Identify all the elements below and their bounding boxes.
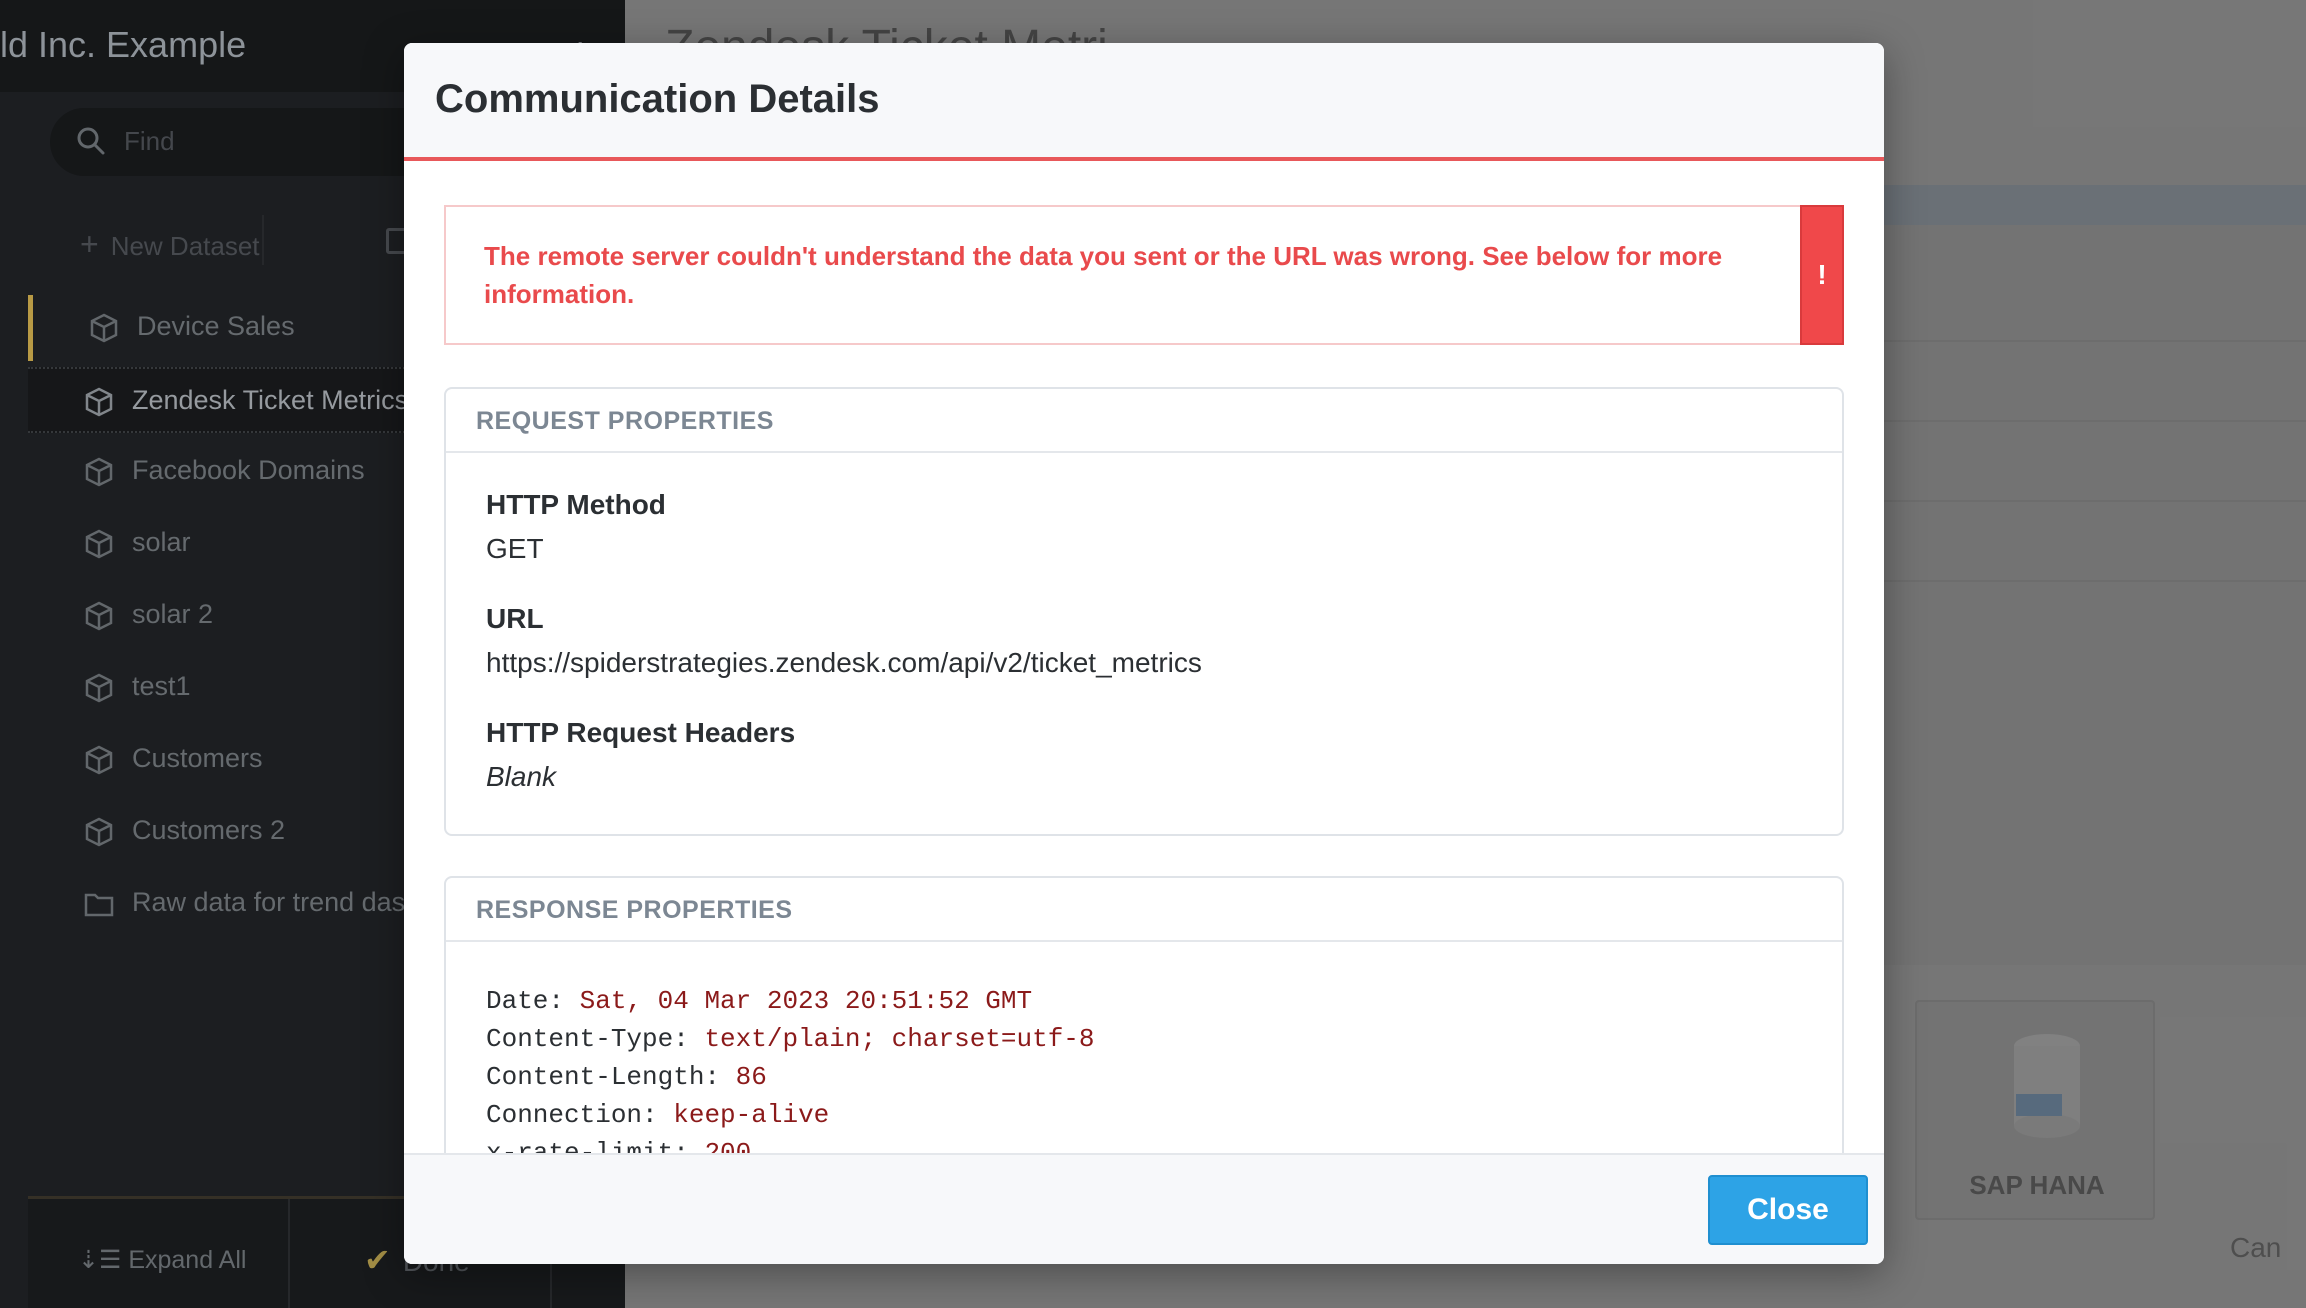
url-value: https://spiderstrategies.zendesk.com/api… [486, 647, 1202, 678]
panel-title: REQUEST PROPERTIES [476, 407, 774, 435]
response-header-row: Content-Type: text/plain; charset=utf-8 [486, 1020, 1095, 1058]
header-key: Content-Type: [486, 1024, 689, 1054]
header-key: Connection: [486, 1100, 658, 1130]
panel-title: RESPONSE PROPERTIES [476, 896, 793, 924]
header-key: Date: [486, 986, 565, 1016]
url-label: URL [486, 603, 544, 634]
dialog-title: Communication Details [435, 77, 880, 121]
error-alert: The remote server couldn't understand th… [444, 205, 1844, 345]
dialog-body[interactable]: The remote server couldn't understand th… [404, 165, 1884, 1165]
header-value: text/plain; charset=utf-8 [704, 1024, 1095, 1054]
response-header-row: Date: Sat, 04 Mar 2023 20:51:52 GMT [486, 982, 1095, 1020]
header-value: 86 [735, 1062, 767, 1092]
response-properties-panel: RESPONSE PROPERTIES Date: Sat, 04 Mar 20… [444, 876, 1844, 1165]
communication-details-dialog: Communication Details The remote server … [404, 43, 1884, 1264]
header-value: Sat, 04 Mar 2023 20:51:52 GMT [579, 986, 1033, 1016]
error-badge: ! [1800, 205, 1844, 345]
exclamation-icon: ! [1817, 259, 1827, 290]
panel-header: RESPONSE PROPERTIES [446, 878, 1842, 942]
header-value: keep-alive [673, 1100, 830, 1130]
response-header-row: Connection: keep-alive [486, 1096, 1095, 1134]
http-method-label: HTTP Method [486, 489, 666, 520]
request-headers-label: HTTP Request Headers [486, 717, 796, 748]
panel-header: REQUEST PROPERTIES [446, 389, 1842, 453]
error-message: The remote server couldn't understand th… [484, 241, 1723, 309]
response-header-row: Content-Length: 86 [486, 1058, 1095, 1096]
header-key: Content-Length: [486, 1062, 721, 1092]
close-button[interactable]: Close [1708, 1175, 1868, 1245]
dialog-header: Communication Details [404, 43, 1884, 161]
request-headers-value: Blank [486, 761, 557, 792]
response-headers-list: Date: Sat, 04 Mar 2023 20:51:52 GMT Cont… [486, 982, 1095, 1165]
http-method-value: GET [486, 533, 544, 564]
dialog-footer: Close [404, 1153, 1884, 1264]
request-properties-panel: REQUEST PROPERTIES HTTP Method GET URL h… [444, 387, 1844, 836]
